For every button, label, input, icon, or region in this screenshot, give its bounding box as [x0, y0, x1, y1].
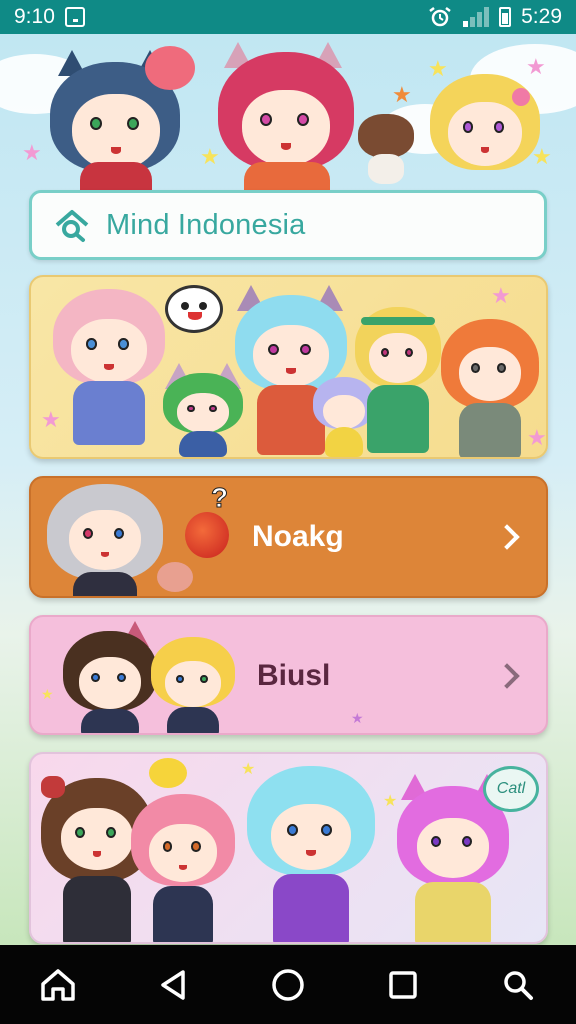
alarm-icon [429, 7, 451, 27]
back-icon[interactable] [149, 961, 197, 1009]
character-illustration [53, 289, 165, 455]
biusl-panel[interactable]: ★ ★ Biusl [29, 615, 548, 735]
star-icon: ★ [22, 140, 42, 165]
speech-bubble-icon [165, 285, 223, 333]
character-illustration [218, 38, 354, 194]
noakg-panel[interactable]: ? Noakg [29, 476, 548, 598]
app-title: Mind Indonesia [106, 208, 306, 241]
character-illustration [63, 621, 157, 733]
star-icon: ★ [392, 82, 412, 107]
character-illustration [430, 74, 540, 194]
status-time-right: 5:29 [521, 5, 562, 28]
search-house-icon [55, 210, 89, 242]
star-icon: ★ [200, 144, 220, 169]
question-mark-icon: ? [210, 482, 229, 514]
character-illustration [441, 319, 539, 457]
noakg-label: Noakg [252, 520, 344, 553]
cat-illustration [358, 114, 414, 184]
biusl-label: Biusl [257, 659, 331, 692]
screenshot-icon [64, 7, 85, 27]
group-panel[interactable]: ★ ★ ★ [29, 275, 548, 459]
character-illustration [355, 307, 441, 457]
character-illustration [151, 637, 235, 733]
character-illustration [47, 484, 163, 596]
circle-home-icon[interactable] [264, 961, 312, 1009]
mascot-creature [145, 46, 195, 90]
apple-question-icon [185, 512, 229, 558]
search-icon[interactable] [494, 961, 542, 1009]
header-banner-art: ★ ★ ★ ★ ★ ★ [0, 34, 576, 194]
status-time-left: 9:10 [14, 5, 55, 28]
character-illustration [163, 363, 243, 457]
system-nav-bar [0, 945, 576, 1024]
cat-speech-bubble: Catl [483, 766, 539, 812]
thought-bubble-icon [149, 758, 187, 788]
character-illustration [247, 766, 375, 942]
character-illustration [131, 794, 235, 942]
pig-illustration [157, 562, 193, 592]
status-bar: 9:10 5:29 [0, 0, 576, 34]
app-title-card[interactable]: Mind Indonesia [29, 190, 547, 260]
chevron-right-icon[interactable] [494, 524, 520, 550]
signal-icon [463, 7, 490, 27]
recents-icon[interactable] [379, 961, 427, 1009]
battery-icon [499, 7, 512, 27]
cat-panel[interactable]: ★ ★ ★ [29, 752, 548, 944]
home-icon[interactable] [34, 961, 82, 1009]
chevron-right-icon[interactable] [494, 663, 520, 689]
